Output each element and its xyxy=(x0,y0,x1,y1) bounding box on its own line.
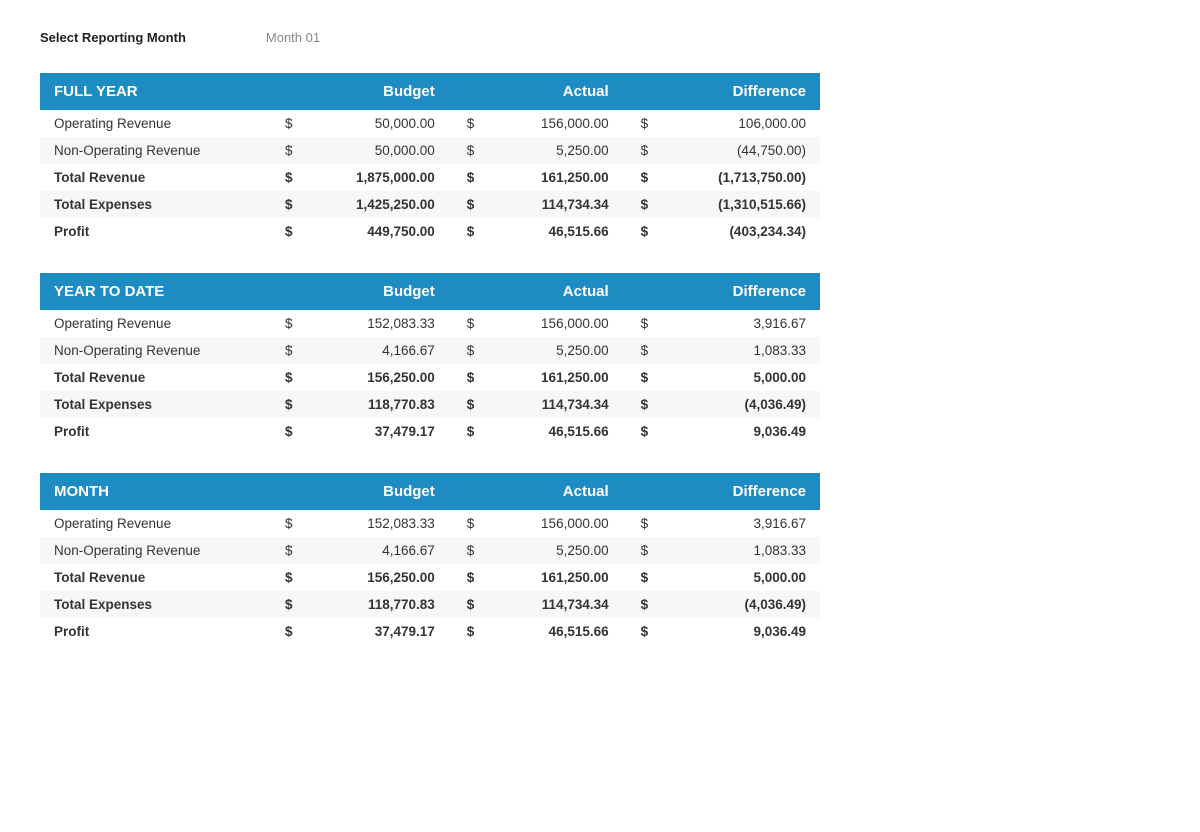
section-month: MONTHBudgetActualDifference Operating Re… xyxy=(40,473,820,645)
table-row: Total Expenses$118,770.83$114,734.34$(4,… xyxy=(40,391,820,418)
month-value: Month 01 xyxy=(266,30,320,45)
table-row: Profit$37,479.17$46,515.66$9,036.49 xyxy=(40,618,820,645)
table-row: Non-Operating Revenue$50,000.00$5,250.00… xyxy=(40,137,820,164)
table-full-year: FULL YEARBudgetActualDifference Operatin… xyxy=(40,73,820,245)
table-row: Total Expenses$118,770.83$114,734.34$(4,… xyxy=(40,591,820,618)
table-row: Non-Operating Revenue$4,166.67$5,250.00$… xyxy=(40,537,820,564)
reporting-month-row: Select Reporting Month Month 01 xyxy=(40,30,1160,45)
table-row: Total Revenue$1,875,000.00$161,250.00$(1… xyxy=(40,164,820,191)
table-row: Profit$37,479.17$46,515.66$9,036.49 xyxy=(40,418,820,445)
table-row: Operating Revenue$152,083.33$156,000.00$… xyxy=(40,510,820,537)
sections-container: FULL YEARBudgetActualDifference Operatin… xyxy=(40,73,1160,645)
table-month: MONTHBudgetActualDifference Operating Re… xyxy=(40,473,820,645)
table-row: Total Revenue$156,250.00$161,250.00$5,00… xyxy=(40,364,820,391)
table-row: Operating Revenue$50,000.00$156,000.00$1… xyxy=(40,110,820,137)
section-full-year: FULL YEARBudgetActualDifference Operatin… xyxy=(40,73,820,245)
table-year-to-date: YEAR TO DATEBudgetActualDifference Opera… xyxy=(40,273,820,445)
section-year-to-date: YEAR TO DATEBudgetActualDifference Opera… xyxy=(40,273,820,445)
table-row: Profit$449,750.00$46,515.66$(403,234.34) xyxy=(40,218,820,245)
table-row: Total Expenses$1,425,250.00$114,734.34$(… xyxy=(40,191,820,218)
table-row: Non-Operating Revenue$4,166.67$5,250.00$… xyxy=(40,337,820,364)
table-row: Total Revenue$156,250.00$161,250.00$5,00… xyxy=(40,564,820,591)
table-row: Operating Revenue$152,083.33$156,000.00$… xyxy=(40,310,820,337)
select-reporting-month-label: Select Reporting Month xyxy=(40,30,186,45)
